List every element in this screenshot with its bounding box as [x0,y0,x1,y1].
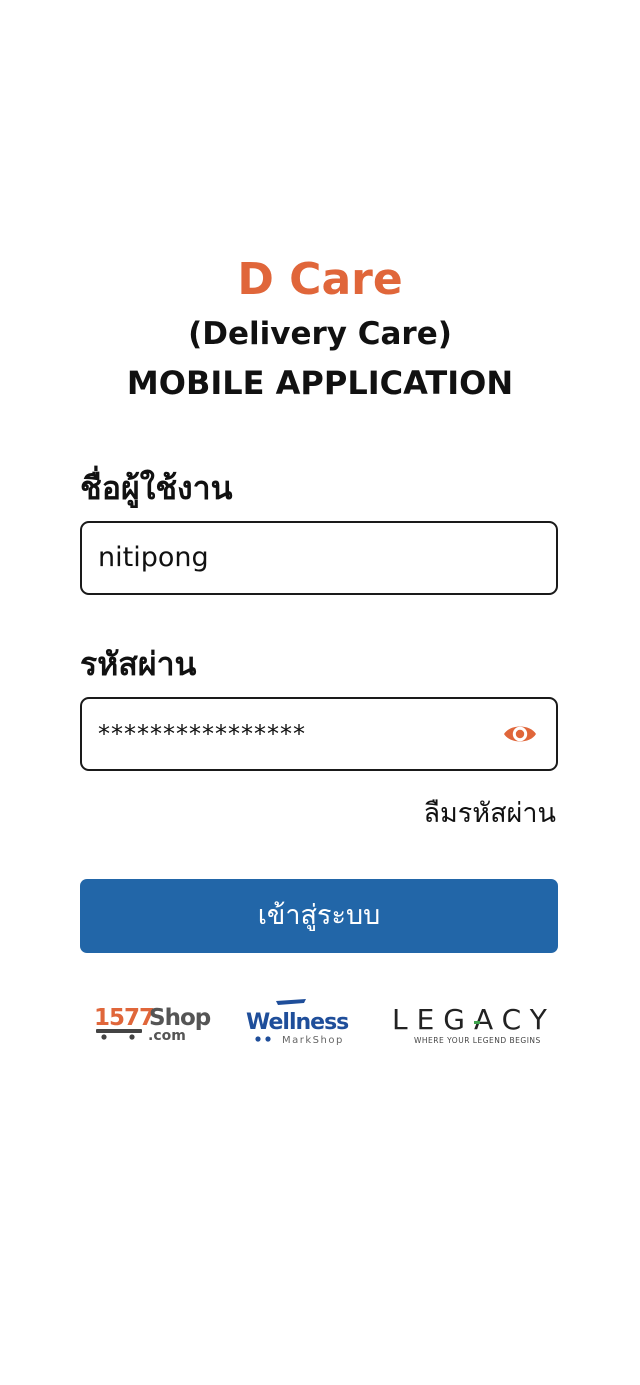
login-screen: D Care (Delivery Care) MOBILE APPLICATIO… [0,0,640,1385]
legacy-logo-tagline: WHERE YOUR LEGEND BEGINS [414,1036,541,1045]
app-header: D Care (Delivery Care) MOBILE APPLICATIO… [0,250,640,408]
password-value: **************** [98,720,306,748]
username-value: nitipong [98,542,209,573]
shop1577-logo: 1577 Shop .com [92,995,214,1051]
shop1577-logo-number: 1577 [94,1005,154,1031]
forgot-password-link[interactable]: ลืมรหัสผ่าน [423,794,556,834]
wellness-logo-title: Wellness [246,1010,349,1035]
legacy-logo-title: LEGACY [392,1003,556,1036]
wellness-logo: Wellness MarkShop [246,995,368,1051]
shop1577-logo-com: .com [148,1028,186,1044]
username-label: ชื่อผู้ใช้งาน [80,469,233,507]
partner-logos: 1577 Shop .com Wellness MarkShop LEGACY [80,995,560,1055]
app-subtitle: (Delivery Care) [188,316,452,352]
password-input[interactable]: **************** [80,697,558,771]
wellness-logo-sub: MarkShop [282,1035,344,1046]
eye-icon[interactable] [502,719,538,749]
login-button[interactable]: เข้าสู่ระบบ [80,879,558,953]
app-name: D Care [237,254,403,305]
legacy-logo: LEGACY WHERE YOUR LEGEND BEGINS [390,995,556,1051]
app-tagline: MOBILE APPLICATION [126,364,514,402]
username-input[interactable]: nitipong [80,521,558,595]
password-label: รหัสผ่าน [80,645,197,683]
